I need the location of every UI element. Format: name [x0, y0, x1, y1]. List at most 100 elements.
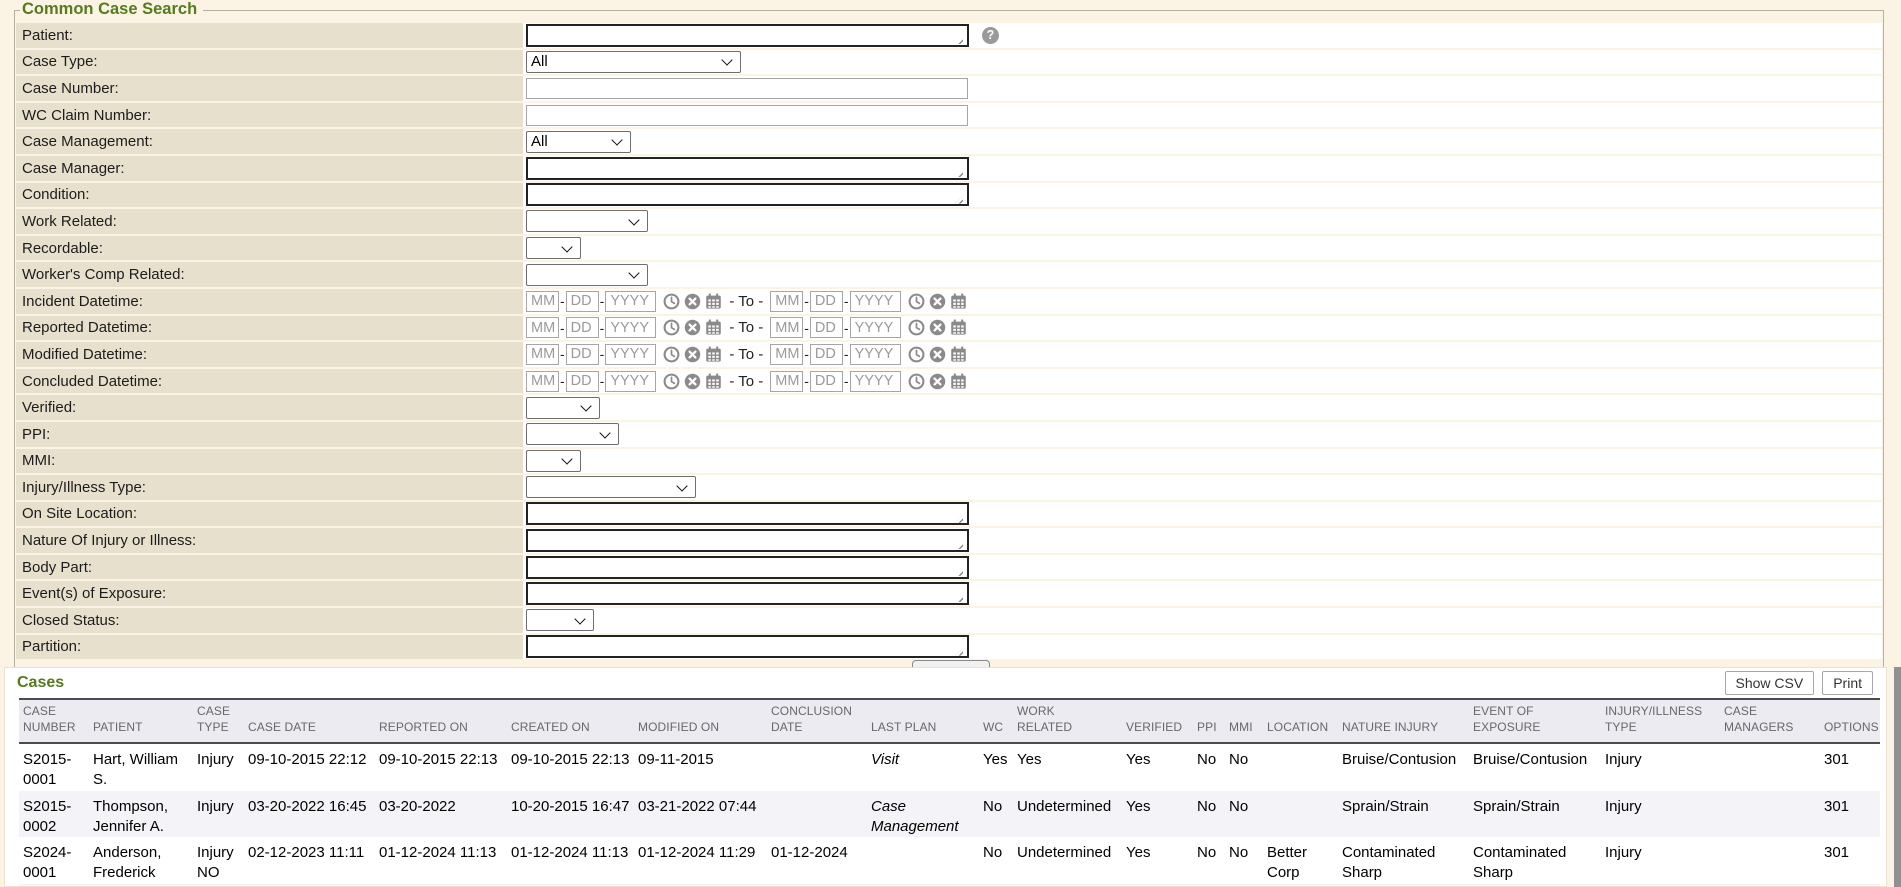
incident-datetime-to-dd-input[interactable]	[810, 291, 843, 312]
clear-icon[interactable]	[684, 373, 701, 390]
modified-datetime-to-yyyy-input[interactable]	[850, 344, 901, 365]
condition-input[interactable]	[526, 183, 969, 206]
clear-icon[interactable]	[684, 319, 701, 336]
form-row-partition: Partition:	[16, 635, 1882, 660]
mmi-select[interactable]	[526, 450, 581, 472]
concluded-datetime-from-yyyy-input[interactable]	[605, 371, 656, 392]
patient-input[interactable]	[526, 24, 969, 47]
modified-datetime-from-yyyy-input[interactable]	[605, 344, 656, 365]
on-site-location-input[interactable]	[526, 502, 969, 525]
calendar-icon[interactable]	[705, 373, 722, 390]
chevron-down-icon	[628, 267, 639, 278]
cases-buttons: Show CSV Print	[1725, 671, 1874, 695]
case-number-value-cell	[523, 76, 1882, 101]
calendar-icon[interactable]	[705, 293, 722, 310]
cell-patient: Hart, William S.	[89, 743, 193, 791]
clear-icon[interactable]	[929, 373, 946, 390]
wc-claim-number-label: WC Claim Number:	[16, 103, 523, 128]
concluded-datetime-from-dd-input[interactable]	[566, 371, 599, 392]
clock-icon[interactable]	[908, 373, 925, 390]
case-management-value-cell: All	[523, 129, 1882, 154]
clear-icon[interactable]	[684, 293, 701, 310]
calendar-icon[interactable]	[950, 293, 967, 310]
concluded-datetime-to-mm-input[interactable]	[770, 371, 803, 392]
nature-of-injury-or-illness-input[interactable]	[526, 529, 969, 552]
reported-datetime-to-group: --	[770, 317, 966, 338]
event-s-of-exposure-input[interactable]	[526, 582, 969, 605]
col-header-case_number: CASE NUMBER	[19, 699, 89, 743]
case-management-select[interactable]: All	[526, 131, 631, 153]
verified-select[interactable]	[526, 397, 600, 419]
reported-datetime-to-dd-input[interactable]	[810, 317, 843, 338]
incident-datetime-label: Incident Datetime:	[16, 289, 523, 314]
calendar-icon[interactable]	[705, 346, 722, 363]
show-csv-button[interactable]: Show CSV	[1725, 671, 1815, 695]
reported-datetime-label: Reported Datetime:	[16, 316, 523, 341]
calendar-icon[interactable]	[950, 346, 967, 363]
vertical-scrollbar[interactable]	[1894, 667, 1901, 887]
work-related-select[interactable]	[526, 210, 648, 232]
clear-icon[interactable]	[684, 346, 701, 363]
reported-datetime-from-mm-input[interactable]	[526, 317, 559, 338]
ppi-select[interactable]	[526, 423, 619, 445]
incident-datetime-from-mm-input[interactable]	[526, 291, 559, 312]
clock-icon[interactable]	[663, 319, 680, 336]
print-button[interactable]: Print	[1822, 671, 1873, 695]
clock-icon[interactable]	[663, 346, 680, 363]
modified-datetime-to-dd-input[interactable]	[810, 344, 843, 365]
worker-s-comp-related-value-cell	[523, 262, 1882, 287]
incident-datetime-from-yyyy-input[interactable]	[605, 291, 656, 312]
recordable-select[interactable]	[526, 237, 581, 259]
reported-datetime-from-dd-input[interactable]	[566, 317, 599, 338]
form-row-closed-status: Closed Status:	[16, 608, 1882, 633]
reported-datetime-to-mm-input[interactable]	[770, 317, 803, 338]
form-row-patient: Patient:?	[16, 23, 1882, 48]
cell-injury_illness_type: Injury	[1601, 837, 1720, 884]
concluded-datetime-from-mm-input[interactable]	[526, 371, 559, 392]
incident-datetime-to-mm-input[interactable]	[770, 291, 803, 312]
partition-input[interactable]	[526, 635, 969, 658]
calendar-icon[interactable]	[705, 319, 722, 336]
worker-s-comp-related-select[interactable]	[526, 264, 648, 286]
patient-label: Patient:	[16, 23, 523, 48]
clear-icon[interactable]	[929, 346, 946, 363]
reported-datetime-from-yyyy-input[interactable]	[605, 317, 656, 338]
case-type-select[interactable]: All	[526, 51, 741, 73]
reported-datetime-to-yyyy-input[interactable]	[850, 317, 901, 338]
clock-icon[interactable]	[663, 373, 680, 390]
cell-nature_injury: Sprain/Strain	[1338, 791, 1469, 838]
clear-icon[interactable]	[929, 293, 946, 310]
hyphen: -	[560, 293, 565, 309]
patient-value-cell: ?	[523, 23, 1882, 48]
calendar-icon[interactable]	[950, 319, 967, 336]
form-rows: Patient:?Case Type:AllCase Number:WC Cla…	[16, 23, 1882, 659]
cell-case_managers	[1720, 791, 1820, 838]
concluded-datetime-to-dd-input[interactable]	[810, 371, 843, 392]
concluded-datetime-to-yyyy-input[interactable]	[850, 371, 901, 392]
worker-s-comp-related-label: Worker's Comp Related:	[16, 262, 523, 287]
col-header-mmi: MMI	[1225, 699, 1263, 743]
form-row-condition: Condition:	[16, 183, 1882, 208]
form-row-case-number: Case Number:	[16, 76, 1882, 101]
col-header-case_managers: CASE MANAGERS	[1720, 699, 1820, 743]
clock-icon[interactable]	[908, 319, 925, 336]
cell-nature_injury: Contaminated Sharp	[1338, 837, 1469, 884]
clock-icon[interactable]	[908, 346, 925, 363]
case-number-input[interactable]	[526, 78, 968, 99]
help-icon[interactable]: ?	[982, 27, 999, 44]
closed-status-select[interactable]	[526, 609, 594, 631]
clock-icon[interactable]	[663, 293, 680, 310]
body-part-input[interactable]	[526, 556, 969, 579]
incident-datetime-from-dd-input[interactable]	[566, 291, 599, 312]
injury-illness-type-select[interactable]	[526, 476, 696, 498]
case-manager-input[interactable]	[526, 157, 969, 180]
incident-datetime-to-yyyy-input[interactable]	[850, 291, 901, 312]
modified-datetime-from-dd-input[interactable]	[566, 344, 599, 365]
clock-icon[interactable]	[908, 293, 925, 310]
nature-of-injury-or-illness-label: Nature Of Injury or Illness:	[16, 528, 523, 553]
clear-icon[interactable]	[929, 319, 946, 336]
calendar-icon[interactable]	[950, 373, 967, 390]
wc-claim-number-input[interactable]	[526, 105, 968, 126]
modified-datetime-to-mm-input[interactable]	[770, 344, 803, 365]
modified-datetime-from-mm-input[interactable]	[526, 344, 559, 365]
